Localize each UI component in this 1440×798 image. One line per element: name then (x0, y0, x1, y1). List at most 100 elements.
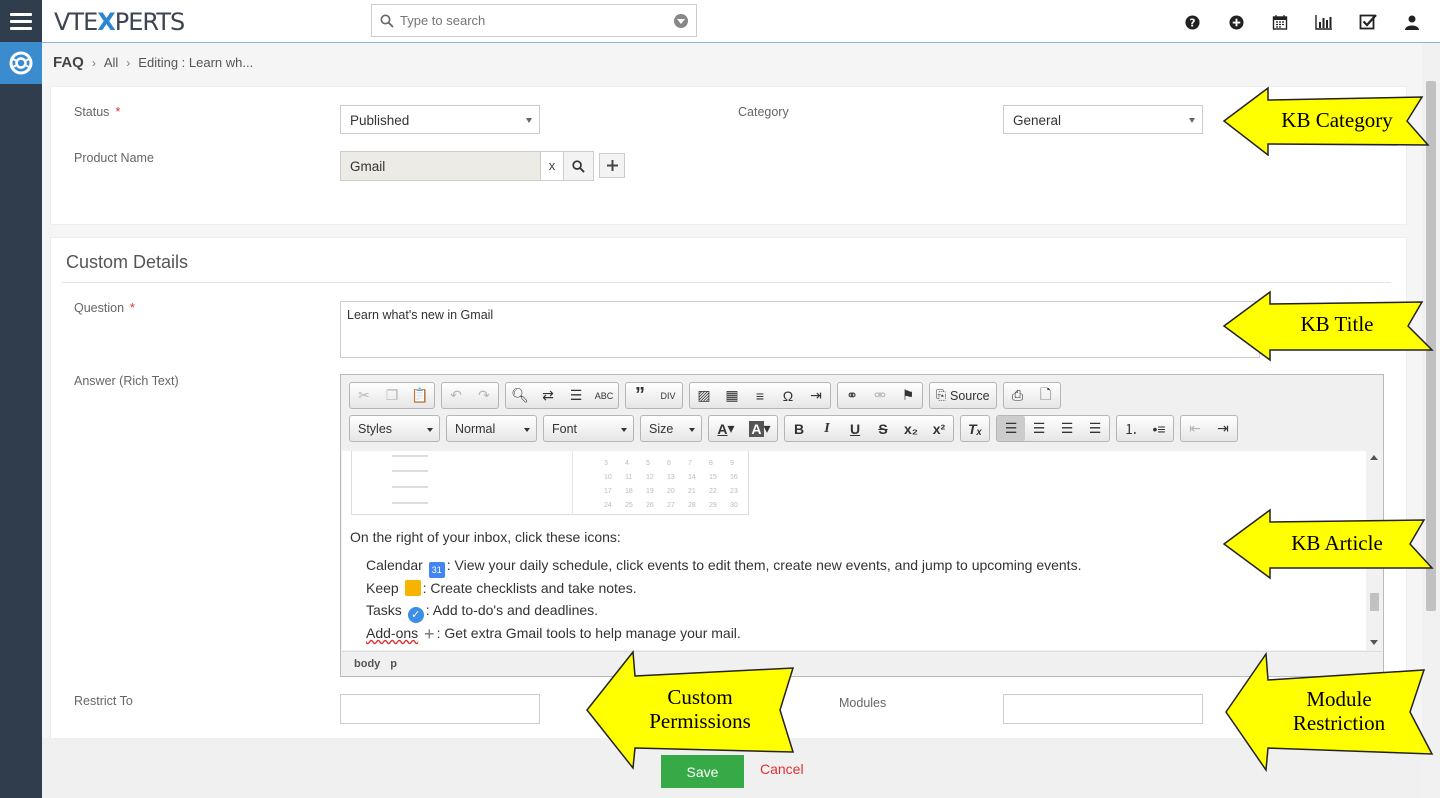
mini-calendar-row: 3 4 5 6 7 8 9 (604, 460, 751, 474)
div-container-icon[interactable]: DIV (654, 383, 682, 408)
section-title: Custom Details (66, 252, 189, 272)
reports-icon[interactable] (1314, 12, 1334, 32)
align-left-icon[interactable]: ☰ (997, 416, 1025, 441)
left-rail (0, 0, 42, 798)
cut-icon[interactable]: ✂ (350, 383, 378, 408)
anchor-flag-icon[interactable]: ⚑ (894, 383, 922, 408)
calendar-icon[interactable] (1270, 12, 1290, 32)
indent-icon[interactable]: ⇥ (1209, 416, 1237, 441)
breadcrumb-item-all[interactable]: All (104, 55, 118, 70)
align-right-icon[interactable]: ☰ (1053, 416, 1081, 441)
user-icon[interactable] (1402, 12, 1422, 32)
restrict-to-field[interactable] (340, 694, 540, 724)
text-color-icon[interactable]: A ▾ (709, 416, 743, 441)
source-button[interactable]: ⎘ Source (930, 383, 996, 408)
select-all-icon[interactable]: ☰ (562, 383, 590, 408)
modules-field[interactable] (1003, 694, 1203, 724)
background-color-icon[interactable]: A ▾ (743, 416, 777, 441)
support-lifebuoy-icon[interactable] (0, 42, 42, 84)
underline-icon[interactable]: U (841, 416, 869, 441)
mini-calendar-day: 10 (604, 474, 612, 481)
status-select[interactable]: Published (340, 105, 540, 134)
editor-scrollbar-thumb[interactable] (1370, 593, 1379, 611)
breadcrumb-root[interactable]: FAQ (53, 54, 84, 71)
styles-combo[interactable]: Styles (349, 415, 440, 442)
path-p[interactable]: p (390, 658, 397, 670)
copy-icon[interactable]: ❐ (378, 383, 406, 408)
bold-icon[interactable]: B (785, 416, 813, 441)
mini-calendar-day: 17 (604, 488, 612, 495)
basic-info-panel (50, 86, 1407, 225)
source-icon: ⎘ (936, 388, 947, 402)
font-combo[interactable]: Font (543, 415, 634, 442)
hamburger-menu-icon[interactable] (0, 0, 42, 42)
replace-icon[interactable]: ⇄ (534, 383, 562, 408)
help-icon[interactable]: ? (1182, 12, 1202, 32)
mini-calendar-day: 21 (688, 488, 696, 495)
superscript-icon[interactable]: x² (925, 416, 953, 441)
unlink-icon[interactable]: ⚮ (866, 383, 894, 408)
undo-icon[interactable]: ↶ (442, 383, 470, 408)
chevron-right-icon: › (91, 55, 96, 70)
image-icon[interactable]: ▨ (690, 383, 718, 408)
editor-toolbar-row-2: Styles Normal Font Size A ▾ A ▾ B I U S x₂… (349, 415, 1238, 442)
path-body[interactable]: body (354, 658, 380, 670)
question-label: Question * (74, 301, 135, 315)
search-dropdown-icon[interactable] (674, 13, 688, 28)
list-item: Keep : Create checklists and take notes. (366, 580, 637, 596)
bulleted-list-icon[interactable]: •≡ (1145, 416, 1173, 441)
justify-icon[interactable]: ☰ (1081, 416, 1109, 441)
spellcheck-icon[interactable]: ABC (590, 383, 618, 408)
question-textarea[interactable]: Learn what's new in Gmail (340, 301, 1260, 358)
product-clear-button[interactable]: x (540, 151, 564, 181)
embedded-screenshot: 3 4 5 6 7 8 9 10 11 12 13 14 15 16 17 18 19 20 21 22 23 24 25 2… (351, 451, 749, 515)
page-break-icon[interactable]: ⇥ (802, 383, 830, 408)
italic-icon[interactable]: I (813, 416, 841, 441)
mini-calendar-day: 16 (730, 474, 738, 481)
mini-calendar-day: 11 (625, 474, 633, 481)
remove-format-icon[interactable]: Tₓ (961, 416, 989, 441)
blockquote-icon[interactable]: ” (626, 383, 654, 408)
subscript-icon[interactable]: x₂ (897, 416, 925, 441)
add-icon[interactable] (1226, 12, 1246, 32)
category-select[interactable]: General (1003, 105, 1203, 134)
list-item: Calendar 31: View your daily schedule, c… (366, 557, 1081, 578)
scroll-up-icon[interactable] (1370, 455, 1378, 460)
mini-calendar-day: 23 (730, 488, 738, 495)
size-combo[interactable]: Size (640, 415, 702, 442)
product-name-field[interactable]: Gmail (340, 151, 541, 181)
caret-down-icon (526, 118, 532, 123)
align-center-icon[interactable]: ☰ (1025, 416, 1053, 441)
preview-icon[interactable]: 🗋 (1032, 383, 1060, 408)
section-divider (62, 282, 1391, 283)
redo-icon[interactable]: ↷ (470, 383, 498, 408)
mini-calendar-row: 17 18 19 20 21 22 23 (604, 488, 751, 502)
horizontal-line-icon[interactable]: ≡ (746, 383, 774, 408)
strikethrough-icon[interactable]: S (869, 416, 897, 441)
breadcrumb-item-editing: Editing : Learn wh... (138, 55, 254, 70)
mini-calendar-day: 25 (625, 502, 633, 509)
global-search[interactable] (371, 4, 697, 37)
svg-text:?: ? (1189, 17, 1195, 29)
mini-calendar-day: 7 (688, 460, 692, 467)
outdent-icon[interactable]: ⇤ (1181, 416, 1209, 441)
app-logo[interactable]: VTEXPERTS (54, 8, 185, 36)
format-combo[interactable]: Normal (446, 415, 537, 442)
search-input[interactable] (400, 13, 674, 28)
paste-icon[interactable]: 📋 (406, 383, 434, 408)
mini-calendar-day: 12 (646, 474, 654, 481)
editor-content[interactable]: 3 4 5 6 7 8 9 10 11 12 13 14 15 16 17 18 19 20 21 22 23 24 25 2… (342, 451, 1366, 650)
product-add-button[interactable] (599, 153, 625, 178)
breadcrumb: FAQ › All › Editing : Learn wh... (53, 54, 253, 71)
product-search-button[interactable] (563, 151, 594, 181)
numbered-list-icon[interactable]: ⒈ (1117, 416, 1145, 441)
table-icon[interactable]: ▦ (718, 383, 746, 408)
special-char-icon[interactable]: Ω (774, 383, 802, 408)
link-icon[interactable]: ⚭ (838, 383, 866, 408)
intro-text: On the right of your inbox, click these … (350, 529, 621, 545)
mini-calendar-day: 14 (688, 474, 696, 481)
find-icon[interactable]: 🔍︎ (506, 383, 534, 408)
scroll-down-icon[interactable] (1370, 640, 1378, 645)
tasks-icon[interactable] (1358, 12, 1378, 32)
templates-icon[interactable]: ⎙ (1004, 383, 1032, 408)
